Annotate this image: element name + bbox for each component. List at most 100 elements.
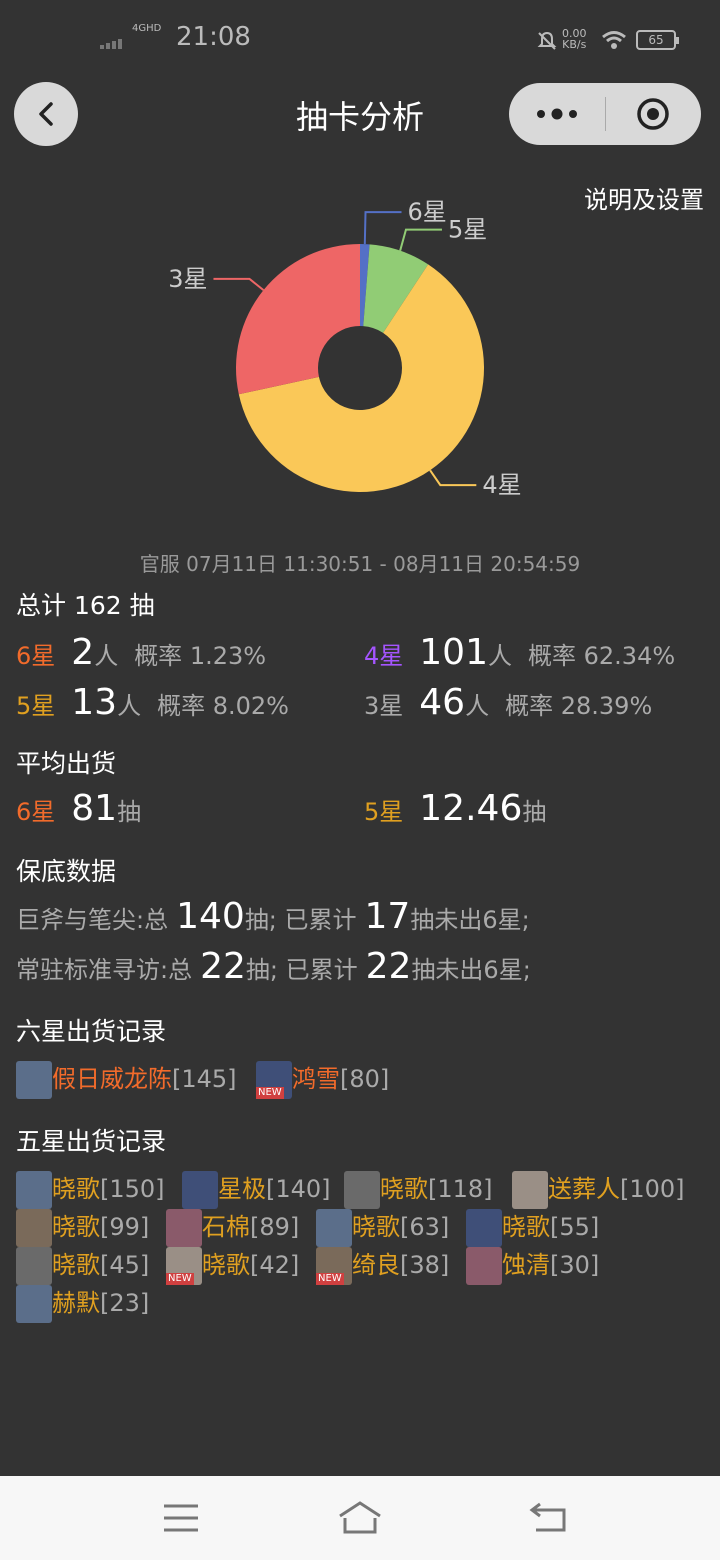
- capsule-divider: [605, 97, 606, 131]
- record-item: NEW 鸿雪[80]: [256, 1059, 389, 1099]
- record-item: 晓歌[55]: [466, 1207, 599, 1247]
- stat-three-star: 3星 46人 概率 28.39%: [364, 682, 653, 723]
- operator-avatar: [16, 1285, 52, 1323]
- pull-count: [55]: [550, 1213, 600, 1241]
- record-item: 星极[140]: [182, 1169, 331, 1209]
- pull-count: [150]: [100, 1175, 165, 1203]
- operator-avatar: [16, 1247, 52, 1285]
- operator-name: 晓歌: [52, 1213, 100, 1241]
- more-options-icon[interactable]: [533, 103, 581, 125]
- operator-avatar: [16, 1061, 52, 1099]
- average-title: 平均出货: [16, 749, 117, 778]
- pull-count: [140]: [266, 1175, 331, 1203]
- close-miniprogram-icon[interactable]: [635, 96, 671, 132]
- operator-avatar: NEW: [166, 1247, 202, 1285]
- battery-indicator: 65: [636, 30, 679, 50]
- pull-count: [38]: [400, 1251, 450, 1279]
- pity-row-limited: 巨斧与笔尖:总 140抽; 已累计 17抽未出6星;: [16, 896, 530, 937]
- date-range: 官服 07月11日 11:30:51 - 08月11日 20:54:59: [139, 552, 581, 576]
- record-item: 赫默[23]: [16, 1283, 149, 1323]
- operator-name: 晓歌: [352, 1213, 400, 1241]
- record-item: 晓歌[150]: [16, 1169, 165, 1209]
- pie-label-2: 5星: [448, 216, 487, 244]
- operator-avatar: NEW: [316, 1247, 352, 1285]
- operator-name: 蚀清: [502, 1251, 550, 1279]
- operator-avatar: [182, 1171, 218, 1209]
- pull-count: [118]: [428, 1175, 493, 1203]
- mute-bell-icon: [537, 31, 557, 50]
- operator-avatar: [466, 1247, 502, 1285]
- new-badge: NEW: [316, 1273, 344, 1285]
- pie-label-3: 4星: [482, 471, 521, 499]
- record-item: 晓歌[118]: [344, 1169, 493, 1209]
- pull-count: [42]: [250, 1251, 300, 1279]
- pie-leader-line-2: [399, 228, 442, 251]
- operator-avatar: [512, 1171, 548, 1209]
- pull-count: [23]: [100, 1289, 150, 1317]
- operator-avatar: [16, 1171, 52, 1209]
- total-summary: 总计 162 抽: [16, 591, 155, 620]
- status-time: 21:08: [176, 22, 251, 52]
- status-bar: 4GHD 21:08 0.00 KB/s 65: [0, 0, 720, 80]
- new-badge: NEW: [166, 1273, 194, 1285]
- operator-name: 假日威龙陈: [52, 1065, 172, 1093]
- pie-label-1: 6星: [408, 198, 447, 226]
- record-item: 晓歌[45]: [16, 1245, 149, 1285]
- record-item: 假日威龙陈[145]: [16, 1059, 237, 1099]
- pull-count: [145]: [172, 1065, 237, 1093]
- operator-avatar: [466, 1209, 502, 1247]
- average-six-star: 6星 81抽: [16, 788, 142, 829]
- pie-leader-line-4: [213, 277, 265, 291]
- six-star-records-title: 六星出货记录: [16, 1017, 167, 1046]
- back-nav-icon[interactable]: [528, 1502, 570, 1534]
- stat-four-star: 4星 101人 概率 62.34%: [364, 632, 676, 673]
- operator-avatar: [16, 1209, 52, 1247]
- pull-count: [100]: [620, 1175, 685, 1203]
- network-speed: 0.00 KB/s: [562, 27, 587, 51]
- pity-title: 保底数据: [16, 857, 117, 886]
- pity-row-standard: 常驻标准寻访:总 22抽; 已累计 22抽未出6星;: [16, 946, 531, 987]
- mini-program-capsule: [509, 83, 701, 145]
- record-item: 蚀清[30]: [466, 1245, 599, 1285]
- record-item: 晓歌[99]: [16, 1207, 149, 1247]
- record-item: NEW 晓歌[42]: [166, 1245, 299, 1285]
- operator-name: 晓歌: [52, 1175, 100, 1203]
- home-icon[interactable]: [336, 1500, 384, 1536]
- operator-name: 绮良: [352, 1251, 400, 1279]
- pull-count: [63]: [400, 1213, 450, 1241]
- system-nav-bar: [0, 1476, 720, 1560]
- operator-avatar: [166, 1209, 202, 1247]
- operator-name: 星极: [218, 1175, 266, 1203]
- network-type: 4GHD: [132, 23, 162, 34]
- menu-icon[interactable]: [162, 1502, 200, 1534]
- stat-six-star: 6星 2人 概率 1.23%: [16, 632, 267, 673]
- operator-name: 鸿雪: [292, 1065, 340, 1093]
- pull-count: [89]: [250, 1213, 300, 1241]
- wifi-icon: [602, 31, 626, 49]
- signal-icon: [100, 30, 124, 49]
- operator-name: 晓歌: [502, 1213, 550, 1241]
- five-star-records-title: 五星出货记录: [16, 1127, 167, 1156]
- operator-name: 赫默: [52, 1289, 100, 1317]
- record-item: 晓歌[63]: [316, 1207, 449, 1247]
- operator-name: 晓歌: [202, 1251, 250, 1279]
- pull-count: [99]: [100, 1213, 150, 1241]
- operator-avatar: [344, 1171, 380, 1209]
- pie-label-4: 3星: [168, 265, 207, 293]
- new-badge: NEW: [256, 1087, 284, 1099]
- pull-distribution-chart: 6星5星 4星 3星: [168, 198, 521, 499]
- operator-avatar: NEW: [256, 1061, 292, 1099]
- pull-count: [80]: [340, 1065, 390, 1093]
- average-five-star: 5星 12.46抽: [364, 788, 547, 829]
- operator-name: 晓歌: [52, 1251, 100, 1279]
- operator-name: 送葬人: [548, 1175, 620, 1203]
- record-item: 送葬人[100]: [512, 1169, 685, 1209]
- record-item: 石棉[89]: [166, 1207, 299, 1247]
- operator-avatar: [316, 1209, 352, 1247]
- pull-count: [45]: [100, 1251, 150, 1279]
- record-item: NEW 绮良[38]: [316, 1245, 449, 1285]
- pie-leader-line-3: [429, 469, 477, 487]
- pie-leader-line-1: [363, 211, 402, 245]
- operator-name: 晓歌: [380, 1175, 428, 1203]
- pie-slice-4[interactable]: [236, 244, 360, 395]
